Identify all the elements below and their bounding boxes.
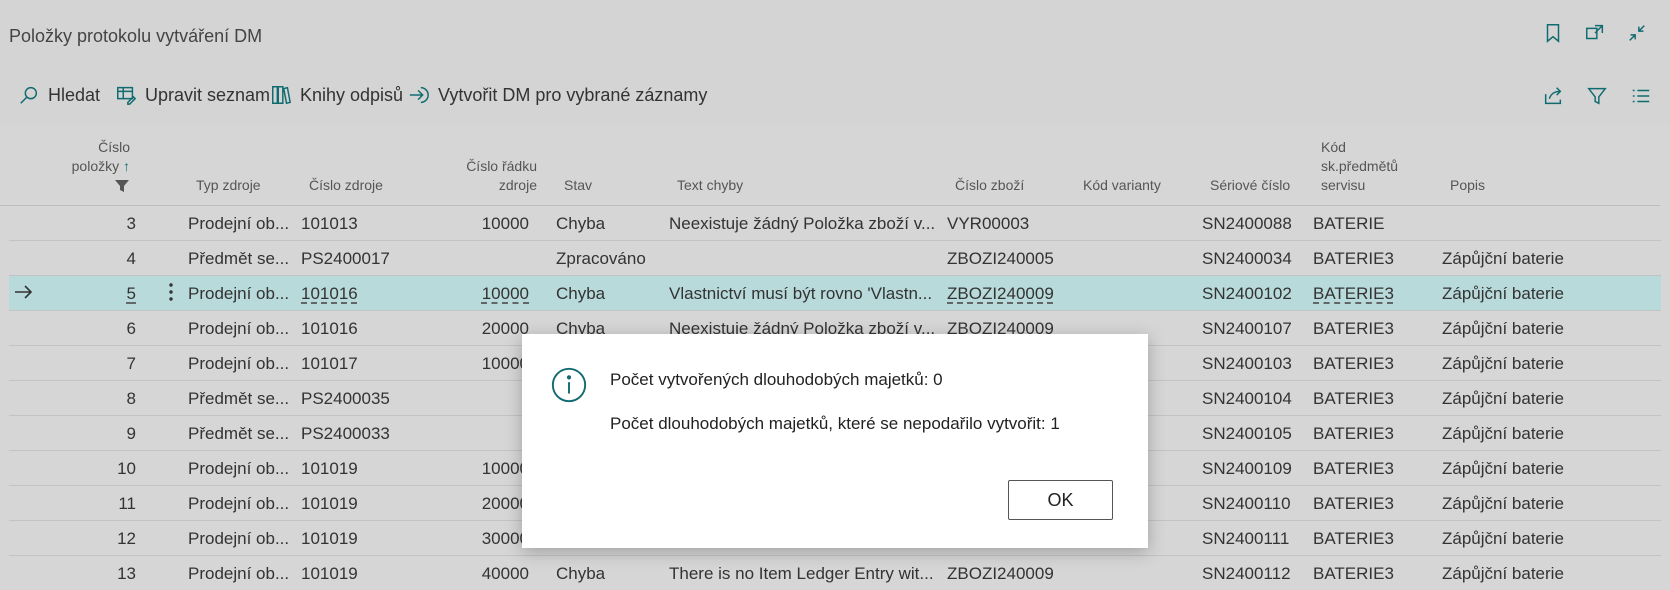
dialog-message-created: Počet vytvořených dlouhodobých majetků: …: [610, 370, 943, 389]
info-icon: [551, 367, 587, 403]
message-dialog: Počet vytvořených dlouhodobých majetků: …: [522, 334, 1148, 548]
modal-overlay: Počet vytvořených dlouhodobých majetků: …: [0, 0, 1670, 590]
ok-button[interactable]: OK: [1008, 480, 1113, 520]
dialog-message-failed: Počet dlouhodobých majetků, které se nep…: [610, 414, 1060, 433]
